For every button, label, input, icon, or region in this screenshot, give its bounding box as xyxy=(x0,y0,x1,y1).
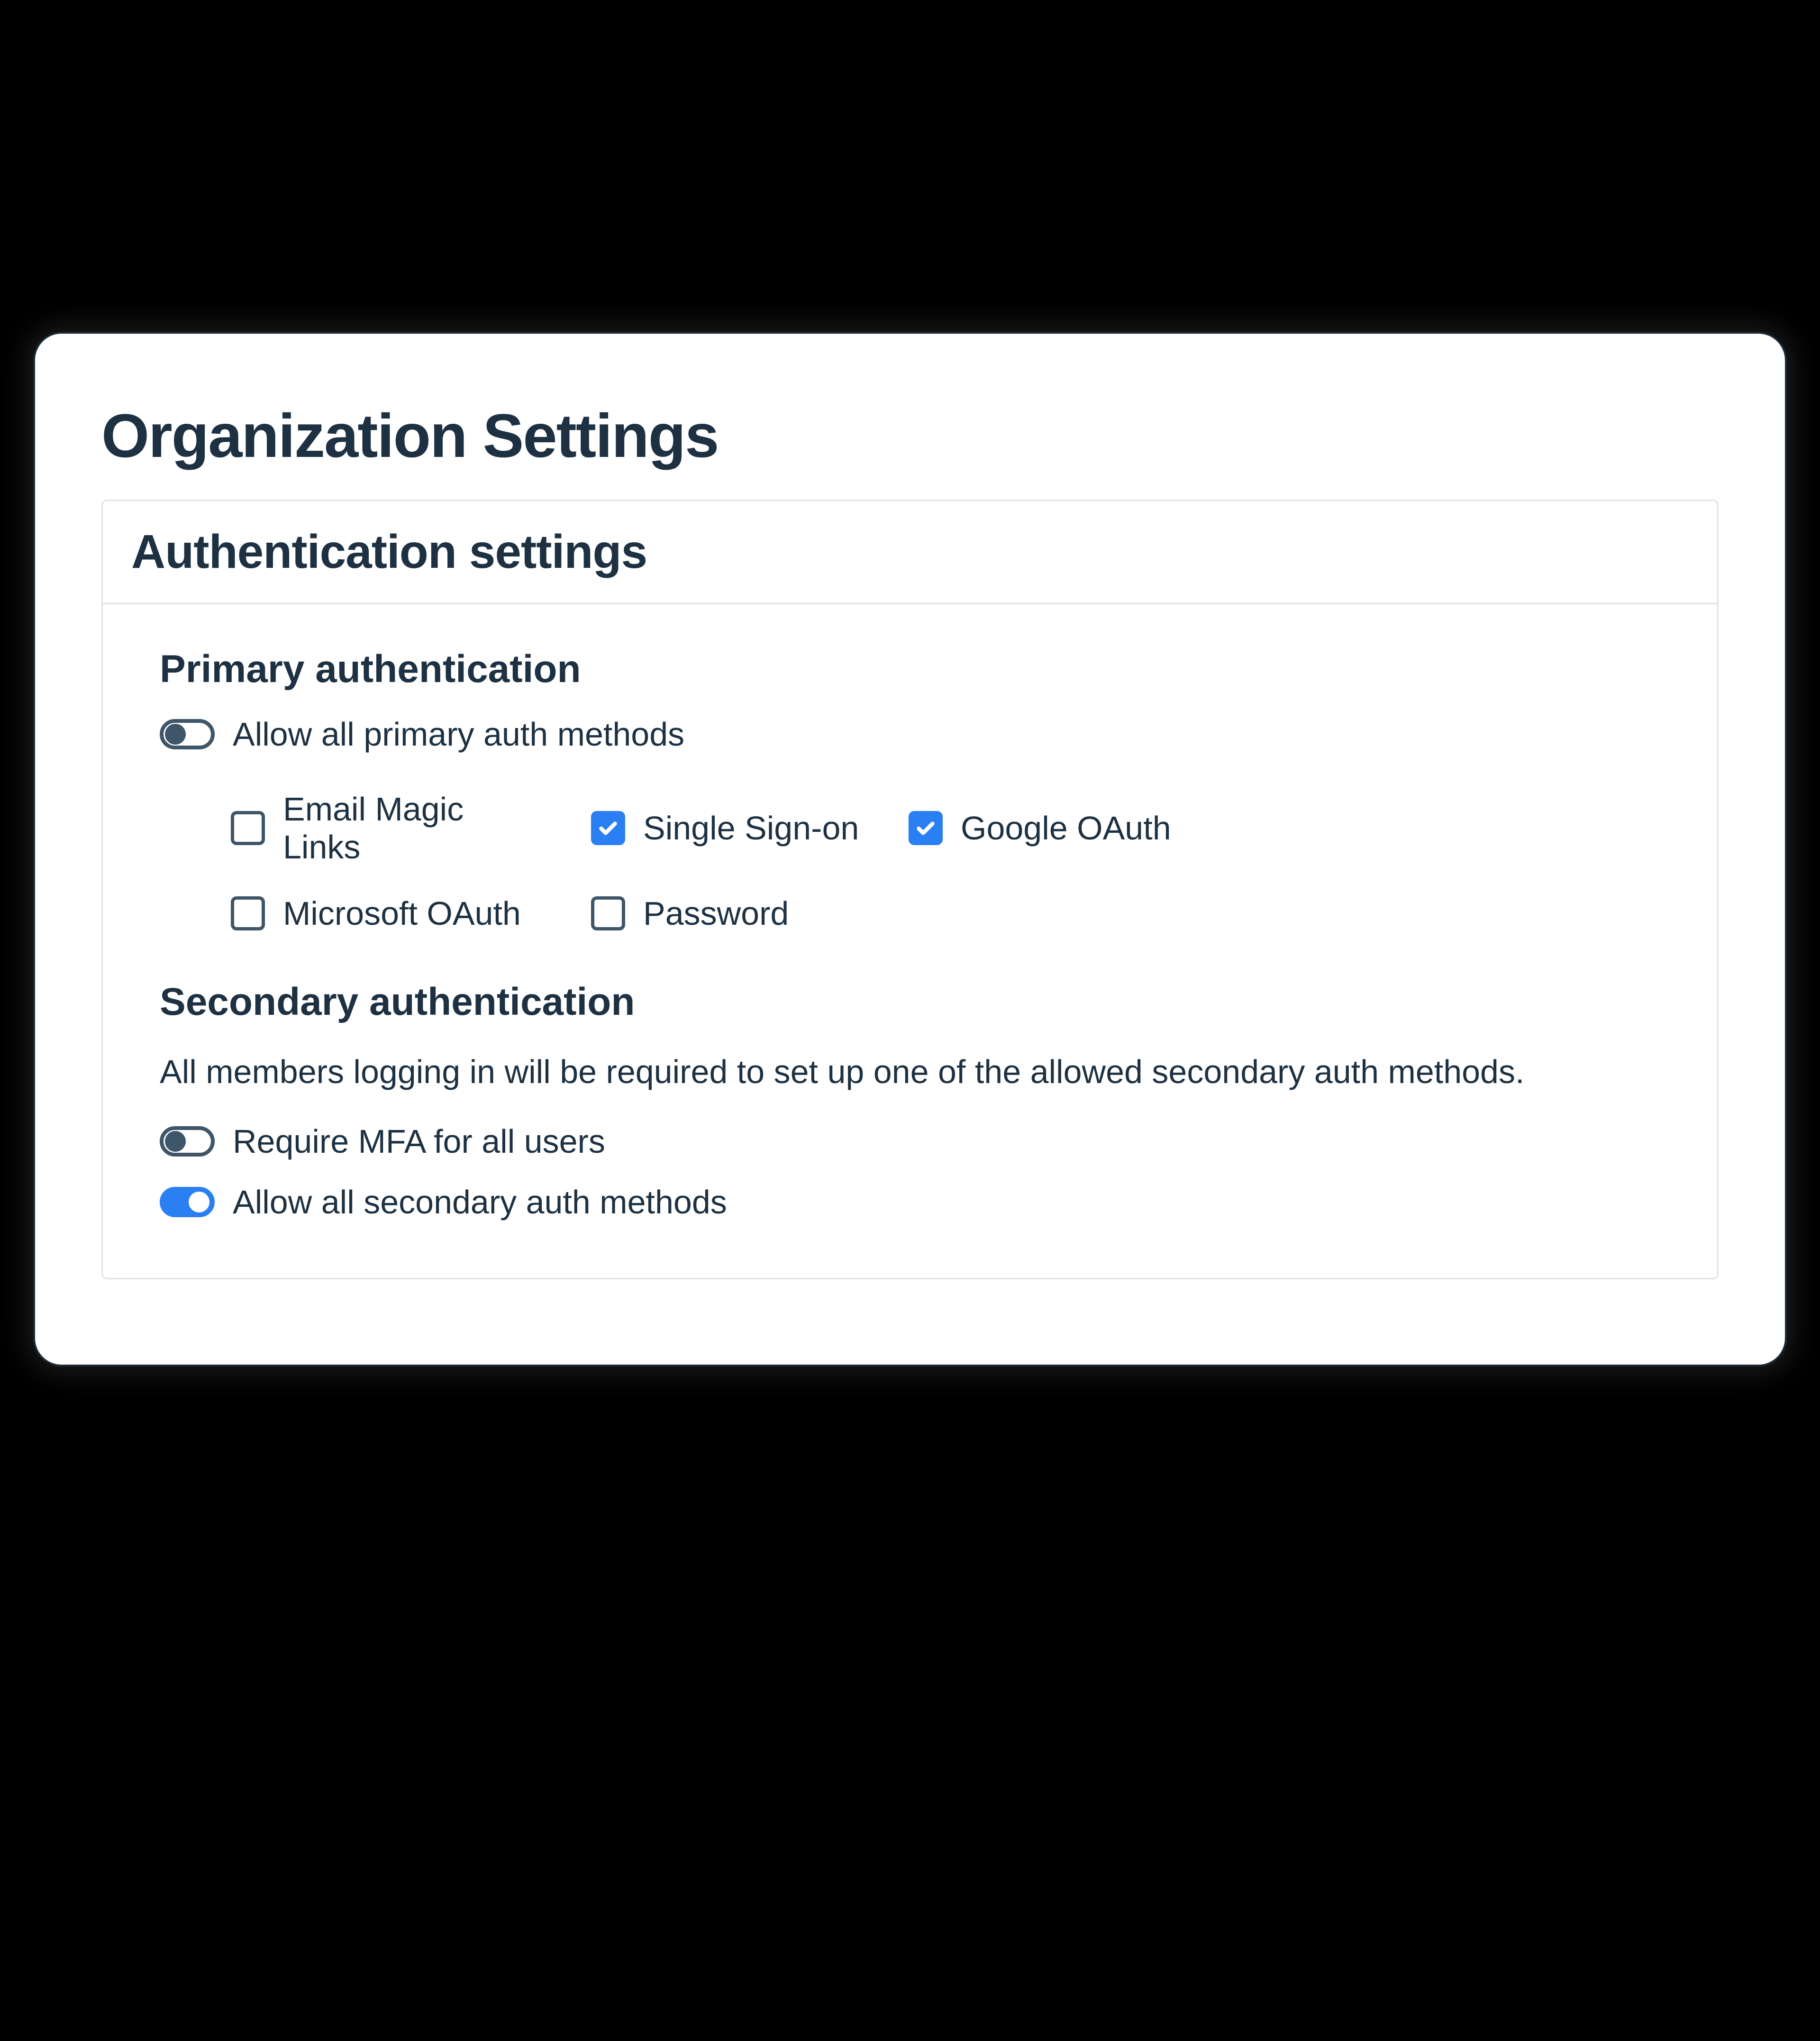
secondary-auth-title: Secondary authentication xyxy=(160,980,1660,1024)
allow-all-primary-toggle[interactable] xyxy=(160,719,215,749)
require-mfa-row: Require MFA for all users xyxy=(160,1122,1660,1160)
allow-all-secondary-label: Allow all secondary auth methods xyxy=(233,1183,727,1221)
sso-label: Single Sign-on xyxy=(643,809,859,847)
primary-methods-grid: Email Magic Links Single Sign-on Google … xyxy=(160,776,1660,980)
allow-all-primary-label: Allow all primary auth methods xyxy=(233,715,684,753)
google-checkbox[interactable] xyxy=(909,811,943,845)
sso-row: Single Sign-on xyxy=(591,790,861,866)
google-row: Google OAuth xyxy=(909,790,1174,866)
check-icon xyxy=(914,816,937,840)
microsoft-row: Microsoft OAuth xyxy=(231,894,544,932)
card-title: Authentication settings xyxy=(131,525,1689,579)
toggle-knob-icon xyxy=(189,1192,209,1212)
toggle-knob-icon xyxy=(165,1131,186,1152)
secondary-auth-description: All members logging in will be required … xyxy=(160,1048,1660,1096)
email-magic-checkbox[interactable] xyxy=(231,811,265,845)
auth-settings-card: Authentication settings Primary authenti… xyxy=(101,500,1719,1279)
allow-all-secondary-toggle[interactable] xyxy=(160,1187,215,1217)
password-label: Password xyxy=(643,894,789,932)
email-magic-row: Email Magic Links xyxy=(231,790,544,866)
microsoft-label: Microsoft OAuth xyxy=(283,894,521,932)
password-row: Password xyxy=(591,894,861,932)
password-checkbox[interactable] xyxy=(591,896,625,930)
sso-checkbox[interactable] xyxy=(591,811,625,845)
email-magic-label: Email Magic Links xyxy=(283,790,544,866)
google-label: Google OAuth xyxy=(961,809,1171,847)
card-body: Primary authentication Allow all primary… xyxy=(103,604,1717,1278)
microsoft-checkbox[interactable] xyxy=(231,896,265,930)
allow-all-primary-row: Allow all primary auth methods xyxy=(160,715,1660,753)
page-title: Organization Settings xyxy=(101,386,1719,500)
toggle-knob-icon xyxy=(165,724,186,745)
check-icon xyxy=(596,816,620,840)
require-mfa-toggle[interactable] xyxy=(160,1126,215,1157)
require-mfa-label: Require MFA for all users xyxy=(233,1122,605,1160)
primary-auth-title: Primary authentication xyxy=(160,647,1660,692)
card-header: Authentication settings xyxy=(103,501,1717,604)
allow-all-secondary-row: Allow all secondary auth methods xyxy=(160,1183,1660,1221)
settings-window: Organization Settings Authentication set… xyxy=(33,332,1787,1367)
